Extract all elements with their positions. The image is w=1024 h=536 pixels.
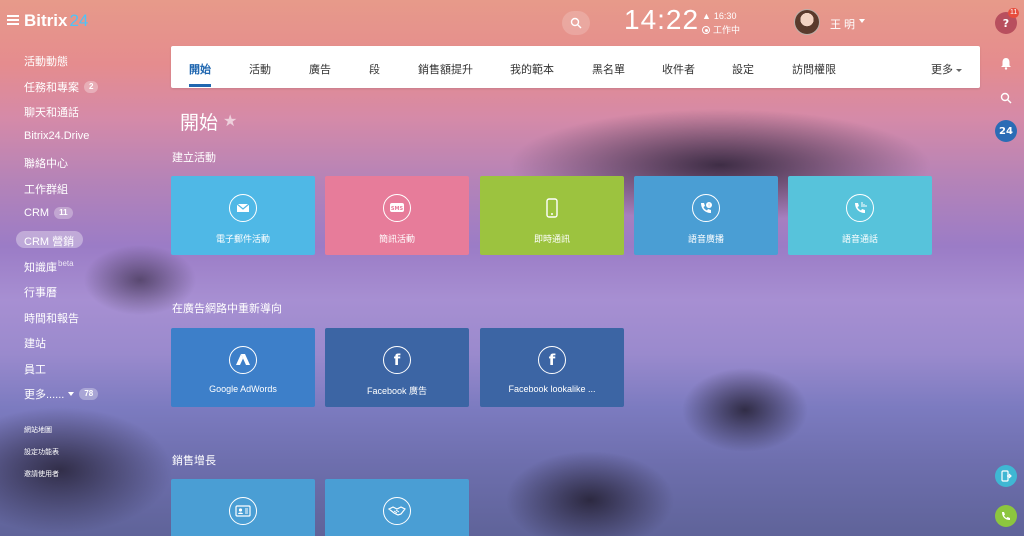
svg-text:!: ! (708, 203, 710, 209)
sidebar-item-sites[interactable]: 建站 (24, 335, 46, 351)
clock-status[interactable]: ▲ 16:30 工作中 (702, 9, 740, 37)
notifications-button[interactable] (995, 52, 1017, 74)
sidebar-item-workgroups[interactable]: 工作群組 (24, 181, 68, 197)
chevron-down-icon (956, 68, 962, 72)
user-name[interactable]: 王 明 (830, 16, 855, 32)
contact-card-icon (229, 497, 257, 525)
menu-icon[interactable] (7, 15, 19, 25)
open-line-button[interactable] (995, 465, 1017, 487)
voice-broadcast-icon: ! (692, 194, 720, 222)
page-title: 開始 (180, 113, 219, 134)
tile-instant-messaging[interactable]: 即時通訊 (480, 176, 624, 255)
sidebar-item-employees[interactable]: 員工 (24, 361, 46, 377)
avatar[interactable] (794, 9, 820, 35)
work-status-icon (702, 26, 710, 34)
tile-facebook-ads[interactable]: f Facebook 廣告 (325, 328, 469, 407)
tab-campaigns[interactable]: 活動 (249, 61, 271, 77)
tab-more[interactable]: 更多 (931, 61, 962, 77)
tab-access-rights[interactable]: 訪問權限 (792, 61, 836, 77)
search-button[interactable] (562, 11, 590, 35)
sidebar-item-drive[interactable]: Bitrix24.Drive (24, 130, 89, 142)
tab-sales-boost[interactable]: 銷售額提升 (418, 61, 473, 77)
bitrix24-app-button[interactable]: 24 (995, 120, 1017, 142)
chevron-down-icon (68, 392, 75, 396)
search-icon (1000, 92, 1012, 104)
facebook-icon: f (538, 346, 566, 374)
sidebar-item-more[interactable]: 更多...... 78 (24, 386, 99, 402)
counter-badge: 2 (84, 81, 99, 93)
phone-icon (1002, 512, 1010, 520)
sidebar-item-knowledge-base[interactable]: 知識庫 beta (24, 259, 74, 275)
tab-ads[interactable]: 廣告 (309, 61, 331, 77)
sidebar-item-activity-stream[interactable]: 活動動態 (24, 53, 68, 69)
tile-email-campaign[interactable]: 電子郵件活動 (171, 176, 315, 255)
alarm-time: 16:30 (713, 11, 737, 21)
active-tab-indicator (189, 84, 211, 87)
svg-text:SMS: SMS (391, 206, 404, 212)
tab-segments[interactable]: 段 (369, 61, 380, 77)
sms-icon: SMS (383, 194, 411, 222)
voice-call-icon (846, 194, 874, 222)
top-bar: Bitrix 24 14:22 ▲ 16:30 工作中 王 明 (0, 0, 1024, 44)
call-button[interactable] (995, 505, 1017, 527)
tab-my-templates[interactable]: 我的範本 (510, 61, 554, 77)
clock[interactable]: 14:22 (624, 4, 699, 36)
tile-sms-campaign[interactable]: SMS 簡訊活動 (325, 176, 469, 255)
sidebar-item-contact-center[interactable]: 聯絡中心 (24, 155, 68, 171)
sidebar-item-crm[interactable]: CRM 11 (24, 207, 73, 219)
tab-blacklist[interactable]: 黑名單 (592, 61, 625, 77)
counter-badge: 11 (54, 207, 73, 219)
facebook-icon: f (383, 346, 411, 374)
work-status: 工作中 (713, 25, 741, 35)
tile-sales-boost-deals[interactable] (325, 479, 469, 536)
sidebar-item-time-reports[interactable]: 時間和報告 (24, 310, 79, 326)
alarm-icon: ▲ (702, 11, 711, 21)
section-title: 在廣告網路中重新導向 (172, 303, 282, 315)
section-title: 銷售增長 (172, 455, 216, 467)
sidebar-item-chat[interactable]: 聊天和通話 (24, 104, 79, 120)
tile-google-adwords[interactable]: Google AdWords (171, 328, 315, 407)
sidebar-link-invite-users[interactable]: 邀請使用者 (24, 469, 59, 479)
tile-voice-call[interactable]: 語音通話 (788, 176, 932, 255)
adwords-icon (229, 346, 257, 374)
counter-badge: 78 (79, 388, 99, 400)
right-search-button[interactable] (995, 87, 1017, 109)
logo[interactable]: Bitrix 24 (24, 11, 88, 31)
open-line-icon (1001, 470, 1012, 482)
tab-settings[interactable]: 設定 (732, 61, 754, 77)
chevron-down-icon[interactable] (859, 19, 865, 23)
tab-bar: 開始 活動 廣告 段 銷售額提升 我的範本 黑名單 收件者 設定 訪問權限 更多 (171, 46, 980, 88)
sidebar-item-calendar[interactable]: 行事曆 (24, 284, 57, 300)
sidebar-item-tasks[interactable]: 任務和專案 2 (24, 79, 99, 95)
sidebar-link-sitemap[interactable]: 網站地圖 (24, 425, 52, 435)
bell-icon (1001, 57, 1011, 70)
help-icon: ? (1002, 16, 1010, 30)
tile-sales-boost-contacts[interactable] (171, 479, 315, 536)
search-icon (570, 17, 582, 29)
mobile-icon (538, 194, 566, 222)
sidebar-link-configure-menu[interactable]: 設定功能表 (24, 447, 59, 457)
tile-voice-broadcast[interactable]: ! 語音廣播 (634, 176, 778, 255)
tile-facebook-lookalike[interactable]: f Facebook lookalike ... (480, 328, 624, 407)
star-icon[interactable]: ★ (223, 111, 237, 131)
email-icon (229, 194, 257, 222)
handshake-icon (383, 497, 411, 525)
section-title: 建立活動 (172, 152, 216, 164)
right-toolbar: ? 11 24 (987, 0, 1024, 536)
sidebar-item-crm-marketing[interactable]: CRM 營銷 (24, 233, 74, 249)
help-badge: 11 (1008, 8, 1020, 18)
tab-recipients[interactable]: 收件者 (662, 61, 695, 77)
tab-start[interactable]: 開始 (189, 61, 211, 77)
bitrix24-app-label: 24 (999, 125, 1013, 137)
